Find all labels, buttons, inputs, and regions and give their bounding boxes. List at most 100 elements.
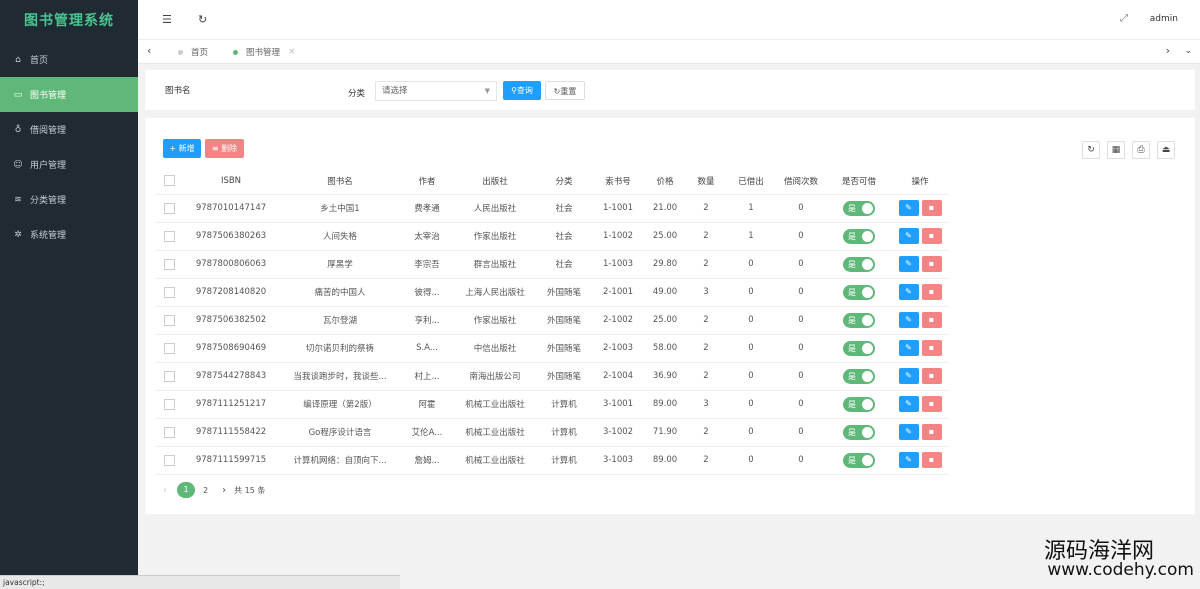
sidebar-item-0[interactable]: ⌂ 首页 [0, 42, 138, 77]
delete-row-button[interactable]: ▪ [921, 200, 942, 216]
refresh-icon[interactable]: ↻ [198, 13, 207, 26]
edit-button[interactable]: ✎ [898, 424, 919, 440]
sidebar-item-5[interactable]: ✲ 系统管理 [0, 217, 138, 252]
query-button[interactable]: ⚲查询 [503, 81, 541, 100]
print-button[interactable]: ⎙ [1132, 141, 1150, 159]
edit-button[interactable]: ✎ [898, 284, 919, 300]
prev-page-icon[interactable]: ‹ [163, 485, 167, 496]
delete-row-button[interactable]: ▪ [921, 368, 942, 384]
delete-button[interactable]: ≡ 删除 [205, 139, 244, 158]
sidebar-item-2[interactable]: ♁ 借阅管理 [0, 112, 138, 147]
page-number[interactable]: 2 [203, 486, 208, 495]
edit-button[interactable]: ✎ [898, 396, 919, 412]
toggle-label: 是 [848, 259, 856, 269]
select-all-checkbox[interactable] [163, 175, 175, 187]
tab-home[interactable]: 首页 [178, 46, 208, 58]
sidebar-item-label: 首页 [30, 56, 49, 66]
borrowable-toggle[interactable]: 是 [843, 228, 875, 244]
table-cell: 9787111251217 [183, 390, 279, 419]
tab-label: 图书管理 [246, 48, 281, 58]
borrowable-toggle[interactable]: 是 [843, 256, 875, 272]
borrowable-toggle[interactable]: 是 [843, 200, 875, 216]
row-checkbox[interactable] [163, 314, 175, 326]
tab-scroll-left-icon[interactable]: ‹ [147, 44, 151, 57]
table-cell: 人间失格 [279, 222, 401, 251]
table-cell: 9787111599715 [183, 446, 279, 475]
table-cell: 社会 [537, 194, 591, 223]
pencil-icon: ✎ [905, 371, 912, 380]
trash-icon: ▪ [928, 343, 935, 352]
delete-row-button[interactable]: ▪ [921, 340, 942, 356]
edit-button[interactable]: ✎ [898, 340, 919, 356]
table-row: 9787208140820 痛苦的中国人 彼得... 上海人民出版社 外国随笔 2-100… [155, 278, 949, 307]
delete-row-button[interactable]: ▪ [921, 312, 942, 328]
sidebar-item-3[interactable]: ☺ 用户管理 [0, 147, 138, 182]
next-page-icon[interactable]: › [222, 485, 226, 496]
tab-menu-chevron-down-icon[interactable]: ⌄ [1184, 46, 1192, 56]
row-checkbox[interactable] [163, 370, 175, 382]
borrowable-toggle[interactable]: 是 [843, 312, 875, 328]
borrowable-toggle[interactable]: 是 [843, 396, 875, 412]
export-button[interactable]: ⏏ [1157, 141, 1175, 159]
reset-button[interactable]: ↻重置 [545, 81, 585, 100]
delete-row-button[interactable]: ▪ [921, 424, 942, 440]
table-cell: 外国随笔 [537, 362, 591, 391]
table-refresh-button[interactable]: ↻ [1082, 141, 1100, 159]
delete-row-button[interactable]: ▪ [921, 256, 942, 272]
borrowable-cell: 是 [827, 194, 891, 223]
table-cell: 2-1004 [591, 362, 645, 391]
row-checkbox[interactable] [163, 202, 175, 214]
tab-scroll-right-icon[interactable]: › [1166, 44, 1170, 57]
delete-row-button[interactable]: ▪ [921, 284, 942, 300]
tab-close-icon[interactable]: × [288, 47, 296, 57]
pencil-icon: ✎ [905, 315, 912, 324]
borrowable-toggle[interactable]: 是 [843, 340, 875, 356]
delete-row-button[interactable]: ▪ [921, 396, 942, 412]
menu-toggle-icon[interactable]: ☰ [162, 13, 172, 26]
row-checkbox[interactable] [163, 342, 175, 354]
table-cell: 阿霍 [401, 390, 453, 419]
row-checkbox[interactable] [163, 426, 175, 438]
edit-button[interactable]: ✎ [898, 452, 919, 468]
table-cell: 9787111558422 [183, 418, 279, 447]
user-name[interactable]: admin [1150, 14, 1178, 24]
toggle-knob [862, 286, 873, 298]
table-cell: 村上... [401, 362, 453, 391]
row-checkbox[interactable] [163, 286, 175, 298]
sidebar-item-1[interactable]: ▭ 图书管理 [0, 77, 138, 112]
column-filter-button[interactable]: ▦ [1107, 141, 1125, 159]
fullscreen-icon[interactable]: ⤢ [1120, 13, 1128, 24]
row-checkbox[interactable] [163, 230, 175, 242]
sidebar-item-4[interactable]: ≋ 分类管理 [0, 182, 138, 217]
export-icon: ⏏ [1161, 145, 1171, 155]
borrowable-toggle[interactable]: 是 [843, 424, 875, 440]
sidebar-menu: ⌂ 首页 ▭ 图书管理 ♁ 借阅管理 ☺ 用户管理 ≋ 分类管理 ✲ 系统管理 [0, 42, 138, 252]
category-select[interactable]: 请选择 ▼ [375, 81, 497, 101]
table-cell: 3 [685, 390, 727, 419]
edit-button[interactable]: ✎ [898, 228, 919, 244]
edit-button[interactable]: ✎ [898, 256, 919, 272]
page-current[interactable]: 1 [177, 482, 195, 498]
delete-row-button[interactable]: ▪ [921, 228, 942, 244]
table-body: 9787010147147 乡土中国1 费孝通 人民出版社 社会 1-1001 21.00 2… [155, 194, 949, 475]
row-checkbox[interactable] [163, 454, 175, 466]
delete-row-button[interactable]: ▪ [921, 452, 942, 468]
borrowable-toggle[interactable]: 是 [843, 284, 875, 300]
edit-button[interactable]: ✎ [898, 200, 919, 216]
row-checkbox[interactable] [163, 258, 175, 270]
pencil-icon: ✎ [905, 427, 912, 436]
tab-book-management[interactable]: 图书管理 × [233, 46, 296, 58]
actions-cell: ✎ ▪ [891, 278, 949, 307]
book-name-input[interactable] [165, 82, 315, 100]
borrowable-toggle[interactable]: 是 [843, 452, 875, 468]
table-cell: 71.90 [645, 418, 685, 447]
add-button-label: 新增 [178, 144, 195, 153]
table-cell: 作家出版社 [453, 222, 537, 251]
edit-button[interactable]: ✎ [898, 312, 919, 328]
borrowable-toggle[interactable]: 是 [843, 368, 875, 384]
row-checkbox[interactable] [163, 398, 175, 410]
table-cell: 0 [727, 250, 775, 279]
borrowable-cell: 是 [827, 446, 891, 475]
edit-button[interactable]: ✎ [898, 368, 919, 384]
add-button[interactable]: + 新增 [163, 139, 201, 158]
